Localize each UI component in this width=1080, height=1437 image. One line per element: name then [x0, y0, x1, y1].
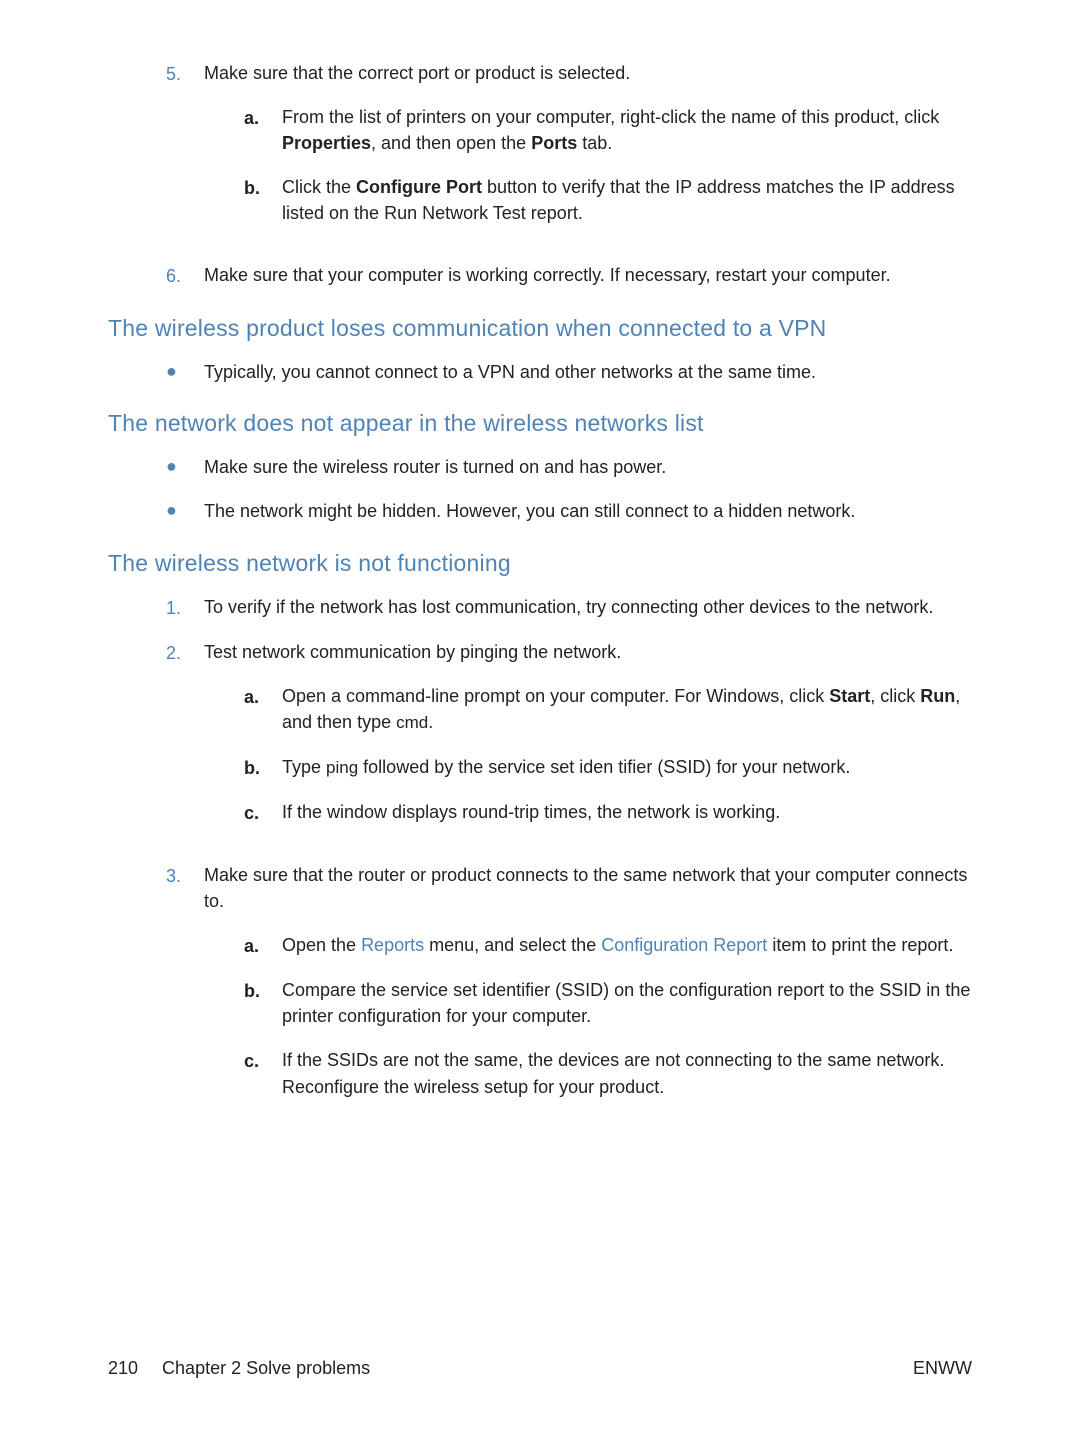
step-marker: 3. [166, 862, 204, 889]
text: From the list of printers on your comput… [282, 107, 939, 127]
vpn-bullet-list: ● Typically, you cannot connect to a VPN… [108, 359, 972, 385]
step-5-text: Make sure that the correct port or produ… [204, 63, 630, 83]
step-list-continued: 5. Make sure that the correct port or pr… [108, 60, 972, 290]
step-6-text: Make sure that your computer is working … [204, 265, 891, 285]
page-footer: 210 Chapter 2 Solve problems ENWW [0, 1355, 1080, 1381]
text: The network might be hidden. However, yo… [204, 501, 855, 521]
text: Typically, you cannot connect to a VPN a… [204, 362, 816, 382]
bold-configure-port: Configure Port [356, 177, 482, 197]
text: Type [282, 757, 326, 777]
network-list-bullets: ● Make sure the wireless router is turne… [108, 454, 972, 524]
text: , and then open the [371, 133, 531, 153]
text: Make sure the wireless router is turned … [204, 457, 666, 477]
link-configuration-report: Configuration Report [601, 935, 767, 955]
text: Click the [282, 177, 356, 197]
step-5-substeps: a. From the list of printers on your com… [204, 104, 972, 226]
func-step-3-substeps: a. Open the Reports menu, and select the… [204, 932, 972, 1099]
func-step-3: 3. Make sure that the router or product … [166, 862, 972, 1118]
step-marker: c. [244, 1047, 282, 1074]
func-step-1: 1. To verify if the network has lost com… [166, 594, 972, 621]
text: Open the [282, 935, 361, 955]
text: Compare the service set identifier (SSID… [282, 980, 970, 1026]
func-step-list: 1. To verify if the network has lost com… [108, 594, 972, 1118]
text: Test network communication by pinging th… [204, 642, 621, 662]
text: To verify if the network has lost commun… [204, 597, 933, 617]
step-marker: c. [244, 799, 282, 826]
heading-network-list: The network does not appear in the wirel… [108, 407, 972, 440]
text: item to print the report. [767, 935, 953, 955]
page-number: 210 [108, 1355, 138, 1381]
text: Open a command-line prompt on your compu… [282, 686, 829, 706]
func-step-2a: a. Open a command-line prompt on your co… [244, 683, 972, 736]
text: If the SSIDs are not the same, the devic… [282, 1050, 944, 1096]
step-marker: b. [244, 977, 282, 1004]
step-marker: b. [244, 754, 282, 781]
step-5: 5. Make sure that the correct port or pr… [166, 60, 972, 244]
step-marker: a. [244, 932, 282, 959]
step-6: 6. Make sure that your computer is worki… [166, 262, 972, 289]
bullet-icon: ● [166, 498, 204, 522]
step-5-marker: 5. [166, 60, 204, 87]
chapter-label: Chapter 2 Solve problems [162, 1355, 370, 1381]
list-item: ● Make sure the wireless router is turne… [166, 454, 972, 480]
func-step-3a: a. Open the Reports menu, and select the… [244, 932, 972, 959]
text: tab. [577, 133, 612, 153]
step-6-marker: 6. [166, 262, 204, 289]
text: If the window displays round-trip times,… [282, 802, 780, 822]
text: . [428, 712, 433, 732]
heading-vpn: The wireless product loses communication… [108, 312, 972, 345]
text: , click [870, 686, 920, 706]
func-step-3c: c. If the SSIDs are not the same, the de… [244, 1047, 972, 1099]
func-step-2: 2. Test network communication by pinging… [166, 639, 972, 844]
bold-properties: Properties [282, 133, 371, 153]
text: menu, and select the [424, 935, 601, 955]
bold-start: Start [829, 686, 870, 706]
step-5a-marker: a. [244, 104, 282, 131]
bold-run: Run [920, 686, 955, 706]
mono-cmd: cmd [396, 713, 428, 732]
step-marker: 1. [166, 594, 204, 621]
step-marker: 2. [166, 639, 204, 666]
heading-not-functioning: The wireless network is not functioning [108, 547, 972, 580]
step-5a: a. From the list of printers on your com… [244, 104, 972, 156]
step-marker: a. [244, 683, 282, 710]
func-step-3b: b. Compare the service set identifier (S… [244, 977, 972, 1029]
func-step-2b: b. Type ping followed by the service set… [244, 754, 972, 781]
list-item: ● The network might be hidden. However, … [166, 498, 972, 524]
footer-right: ENWW [913, 1355, 972, 1381]
list-item: ● Typically, you cannot connect to a VPN… [166, 359, 972, 385]
bullet-icon: ● [166, 359, 204, 383]
step-5b-marker: b. [244, 174, 282, 201]
bold-ports: Ports [531, 133, 577, 153]
func-step-2-substeps: a. Open a command-line prompt on your co… [204, 683, 972, 826]
func-step-2c: c. If the window displays round-trip tim… [244, 799, 972, 826]
text: followed by the service set iden tifier … [358, 757, 850, 777]
bullet-icon: ● [166, 454, 204, 478]
step-5b: b. Click the Configure Port button to ve… [244, 174, 972, 226]
mono-ping: ping [326, 758, 358, 777]
link-reports: Reports [361, 935, 424, 955]
text: Make sure that the router or product con… [204, 865, 967, 911]
